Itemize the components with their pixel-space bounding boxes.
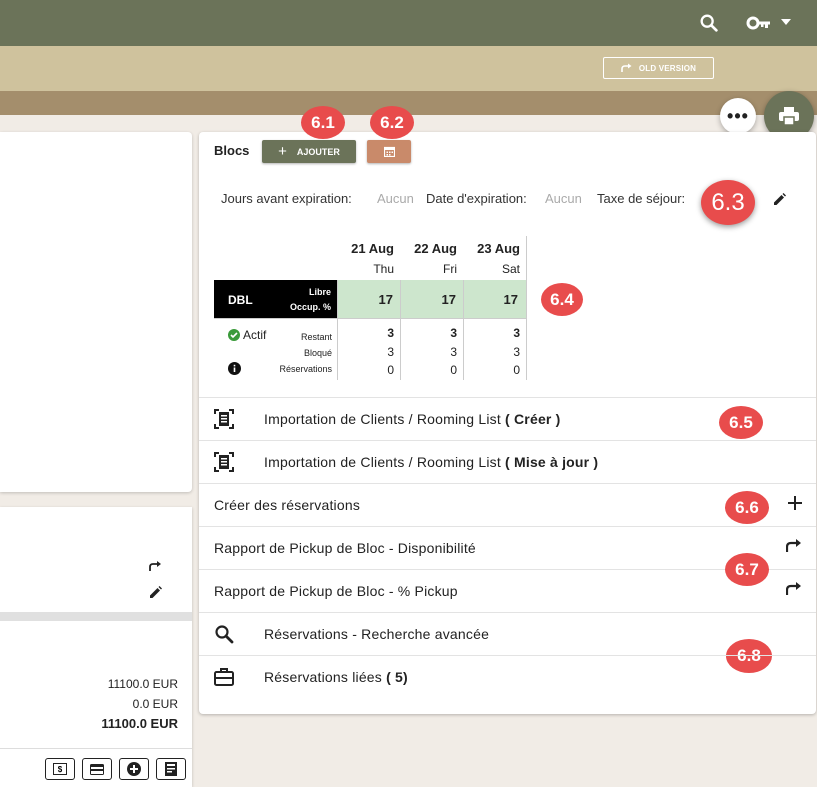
- left-card-top: [0, 132, 192, 492]
- remaining-label: Restant: [300, 332, 332, 342]
- card-button[interactable]: [82, 758, 112, 780]
- credit-card-icon: [90, 763, 104, 775]
- svg-text:$: $: [58, 765, 63, 774]
- expiry-date-value: Aucun: [545, 191, 582, 206]
- grid-line: [214, 318, 526, 319]
- search-icon[interactable]: [698, 12, 720, 34]
- document-scan-icon: [214, 452, 234, 472]
- share-arrow-icon[interactable]: [786, 539, 802, 553]
- create-reservations-text: Créer des réservations: [214, 497, 361, 513]
- pickup-availability-row[interactable]: Rapport de Pickup de Bloc - Disponibilit…: [199, 526, 816, 569]
- dollar-icon: $: [53, 763, 67, 775]
- room-type-cell: DBL Libre Occup. %: [214, 280, 338, 318]
- day-header-date: 21 Aug: [351, 241, 394, 256]
- room-type: DBL: [228, 293, 253, 307]
- left-divider: [0, 612, 192, 621]
- tourist-tax-label: Taxe de séjour:: [597, 191, 686, 206]
- edit-icon[interactable]: [773, 193, 786, 206]
- remaining-value: 3: [450, 326, 457, 340]
- forward-arrow-icon[interactable]: [149, 561, 162, 572]
- remaining-value: 3: [513, 326, 520, 340]
- blocked-value: 3: [513, 345, 520, 359]
- more-button[interactable]: •••: [720, 98, 756, 134]
- day-header-date: 22 Aug: [414, 241, 457, 256]
- day-header-weekday: Fri: [443, 262, 457, 276]
- pickup-availability-text: Rapport de Pickup de Bloc - Disponibilit…: [214, 540, 476, 556]
- days-before-expiry-label: Jours avant expiration:: [221, 191, 352, 206]
- annotation-badge: 6.4: [541, 283, 583, 316]
- old-version-label: OLD VERSION: [638, 63, 697, 73]
- forward-arrow-icon: [621, 63, 632, 72]
- linked-reservations-row[interactable]: Réservations liées ( 5): [199, 655, 816, 698]
- annotation-badge: 6.1: [301, 106, 345, 139]
- reservations-value: 0: [450, 363, 457, 377]
- import-update-text: Importation de Clients / Rooming List ( …: [264, 454, 599, 470]
- reservations-label: Réservations: [279, 364, 332, 374]
- reservations-value: 0: [387, 363, 394, 377]
- key-icon[interactable]: [746, 14, 772, 32]
- blocks-title: Blocs: [214, 143, 250, 158]
- calendar-button[interactable]: [367, 140, 411, 163]
- annotation-badge: 6.2: [370, 106, 414, 139]
- add-button[interactable]: [119, 758, 149, 780]
- occupancy-label: Occup. %: [289, 302, 331, 312]
- amount-line: 0.0 EUR: [132, 697, 178, 711]
- pickup-percent-text: Rapport de Pickup de Bloc - % Pickup: [214, 583, 458, 599]
- blocked-label: Bloqué: [303, 348, 332, 358]
- left-divider: [0, 748, 192, 749]
- left-card-bottom: [0, 507, 192, 787]
- search-icon: [215, 625, 234, 644]
- briefcase-icon: [214, 668, 234, 686]
- payment-button[interactable]: $: [45, 758, 75, 780]
- pickup-percent-row[interactable]: Rapport de Pickup de Bloc - % Pickup: [199, 569, 816, 612]
- day-header-weekday: Thu: [373, 262, 394, 276]
- add-label: AJOUTER: [296, 146, 340, 157]
- check-circle-icon: [228, 329, 240, 341]
- create-reservations-row[interactable]: Créer des réservations: [199, 483, 816, 526]
- annotation-badge: 6.6: [725, 491, 769, 524]
- edit-icon[interactable]: [149, 586, 162, 599]
- old-version-button[interactable]: OLD VERSION: [603, 57, 714, 79]
- info-icon[interactable]: [228, 362, 241, 375]
- import-create-text: Importation de Clients / Rooming List ( …: [264, 411, 561, 427]
- available-cell[interactable]: 17: [401, 280, 464, 318]
- invoice-button[interactable]: [156, 758, 186, 780]
- calendar-icon: [383, 146, 395, 157]
- advanced-search-text: Réservations - Recherche avancée: [264, 626, 490, 642]
- libre-label: Libre: [308, 287, 331, 297]
- annotation-badge: 6.3: [701, 180, 755, 225]
- available-cell[interactable]: 17: [338, 280, 401, 318]
- day-header-weekday: Sat: [501, 262, 520, 276]
- document-scan-icon: [214, 409, 234, 429]
- blocked-value: 3: [387, 345, 394, 359]
- expiry-date-label: Date d'expiration:: [426, 191, 527, 206]
- days-before-expiry-value: Aucun: [377, 191, 414, 206]
- top-app-bar: [0, 0, 817, 46]
- annotation-badge: 6.7: [725, 553, 769, 586]
- receipt-icon: [165, 762, 177, 776]
- share-arrow-icon[interactable]: [786, 582, 802, 596]
- more-icon: •••: [727, 105, 749, 126]
- caret-down-icon[interactable]: [781, 19, 791, 25]
- print-icon: [779, 107, 799, 125]
- add-block-button[interactable]: + AJOUTER: [262, 140, 356, 163]
- day-header-date: 23 Aug: [477, 241, 520, 256]
- available-cell[interactable]: 17: [464, 280, 526, 318]
- annotation-badge: 6.5: [719, 406, 763, 439]
- reservations-value: 0: [513, 363, 520, 377]
- plus-icon: +: [278, 143, 287, 160]
- amount-line: 11100.0 EUR: [107, 677, 178, 691]
- linked-reservations-text: Réservations liées ( 5): [264, 669, 408, 685]
- grid-line: [526, 236, 527, 380]
- plus-icon[interactable]: [788, 496, 802, 510]
- remaining-value: 3: [387, 326, 394, 340]
- amount-total: 11100.0 EUR: [101, 716, 178, 731]
- import-update-row[interactable]: Importation de Clients / Rooming List ( …: [199, 440, 816, 483]
- blocked-value: 3: [450, 345, 457, 359]
- advanced-search-row[interactable]: Réservations - Recherche avancée: [199, 612, 816, 655]
- add-circle-icon: [127, 762, 141, 776]
